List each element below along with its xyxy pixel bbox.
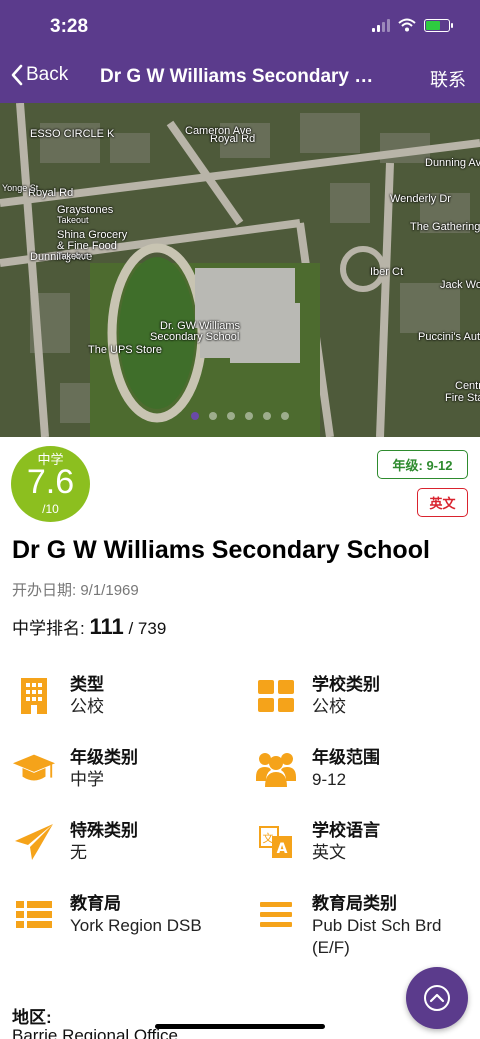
info-language: A文 学校语言英文 — [254, 820, 380, 864]
info-grade-range-label: 年级范围 — [312, 748, 380, 767]
status-time: 3:28 — [50, 16, 89, 37]
building-icon — [12, 674, 56, 718]
users-icon — [254, 747, 298, 791]
info-board-type-label: 教育局类别 — [312, 894, 397, 913]
carousel-dot[interactable] — [227, 412, 235, 420]
rank-total: / 739 — [123, 619, 167, 638]
school-rank: 中学排名: 111 / 739 — [12, 614, 166, 640]
top-bar: 3:28 Back Dr G W Williams Secondary S...… — [0, 0, 480, 103]
map-label-puccini: Puccini's Auto C — [418, 331, 480, 343]
info-language-label: 学校语言 — [312, 821, 380, 840]
carousel-dot[interactable] — [191, 412, 199, 420]
district-value: Barrie Regional Office — [12, 1026, 178, 1039]
carousel-dots[interactable] — [0, 412, 480, 420]
info-grade-type-label: 年级类别 — [70, 748, 138, 767]
menu-icon — [254, 893, 298, 937]
founded-date: 开办日期: 9/1/1969 — [12, 582, 139, 599]
carousel-dot[interactable] — [209, 412, 217, 420]
info-board-type-value-2: (E/F) — [312, 938, 350, 957]
info-board-value: York Region DSB — [70, 916, 202, 935]
info-type-label: 类型 — [70, 675, 104, 694]
rank-label: 中学排名: — [12, 619, 90, 638]
svg-text:文: 文 — [263, 831, 274, 845]
info-category-label: 学校类别 — [312, 675, 380, 694]
rating-score: 7.6 — [26, 463, 75, 501]
scroll-top-button[interactable] — [406, 967, 468, 1029]
language-tag: 英文 — [417, 488, 468, 517]
map-label-ups: The UPS Store — [88, 344, 162, 356]
wifi-icon — [398, 18, 416, 32]
back-label: Back — [26, 64, 69, 85]
info-grade-range: 年级范围 9-12 — [254, 747, 380, 791]
map-label-takeout-1: Takeout — [57, 215, 89, 225]
chevron-up-circle-icon — [424, 985, 450, 1011]
info-type-value: 公校 — [70, 697, 104, 716]
map-label-wenderly: Wenderly Dr — [390, 193, 451, 205]
paper-plane-icon — [12, 820, 56, 864]
info-category-value: 公校 — [312, 697, 346, 716]
carousel-dot[interactable] — [263, 412, 271, 420]
school-name: Dr G W Williams Secondary School — [12, 536, 430, 564]
map-label-cameron: Cameron Ave — [185, 125, 252, 137]
grid-icon — [254, 674, 298, 718]
map-label-esso: ESSO CIRCLE K — [30, 128, 115, 140]
rating-out-of: /10 — [42, 502, 59, 516]
grade-tag: 年级: 9-12 — [377, 450, 468, 479]
info-special: 特殊类别无 — [12, 820, 138, 864]
chevron-left-icon — [11, 64, 23, 86]
home-indicator — [155, 1024, 325, 1029]
map-label-fire: Fire Stat — [445, 392, 480, 404]
map-label-takeout-2: Takeout — [57, 251, 89, 261]
contact-button[interactable]: 联系 — [430, 66, 466, 92]
back-button[interactable]: Back — [10, 64, 68, 86]
info-grade-type-value: 中学 — [70, 770, 104, 789]
info-category: 学校类别 公校 — [254, 674, 380, 718]
info-board-label: 教育局 — [70, 894, 121, 913]
battery-icon — [424, 18, 453, 32]
svg-text:A: A — [277, 841, 288, 857]
info-board-type-value: Pub Dist Sch Brd — [312, 916, 442, 935]
info-type: 类型 公校 — [12, 674, 104, 718]
list-icon — [12, 893, 56, 937]
info-board: 教育局 York Region DSB — [12, 893, 202, 937]
info-board-type: 教育局类别 Pub Dist Sch Brd (E/F) — [254, 893, 441, 959]
signal-icon — [372, 18, 390, 32]
status-icons — [372, 18, 453, 32]
rank-number: 111 — [89, 614, 124, 639]
graduation-cap-icon — [12, 747, 56, 791]
info-grade-type: 年级类别 中学 — [12, 747, 138, 791]
rating-badge: 中学 7.6 /10 — [11, 446, 90, 522]
info-language-value: 英文 — [312, 843, 346, 862]
map-imagery — [0, 103, 480, 437]
map-label-centr: Centr — [455, 380, 480, 392]
map-label-dunning-2: Dunning Ave — [425, 157, 480, 169]
info-special-value: 无 — [70, 843, 87, 862]
carousel-dot[interactable] — [245, 412, 253, 420]
info-special-label: 特殊类别 — [70, 821, 138, 840]
map-label-school-2: Secondary School — [150, 331, 240, 343]
map-label-iber: Iber Ct — [370, 266, 404, 278]
info-grade-range-value: 9-12 — [312, 770, 347, 789]
map-label-yonge: Yonge St — [2, 183, 39, 193]
map-label-jackwo: Jack Wo — [440, 279, 480, 291]
district-label: 地区: — [12, 1008, 52, 1027]
school-map[interactable]: ESSO CIRCLE K Royal Rd Royal Rd Cameron … — [0, 103, 480, 437]
translate-icon: A文 — [254, 820, 298, 864]
page-title: Dr G W Williams Secondary S... — [100, 66, 382, 87]
map-label-gathering: The Gathering — [410, 221, 480, 233]
carousel-dot[interactable] — [281, 412, 289, 420]
